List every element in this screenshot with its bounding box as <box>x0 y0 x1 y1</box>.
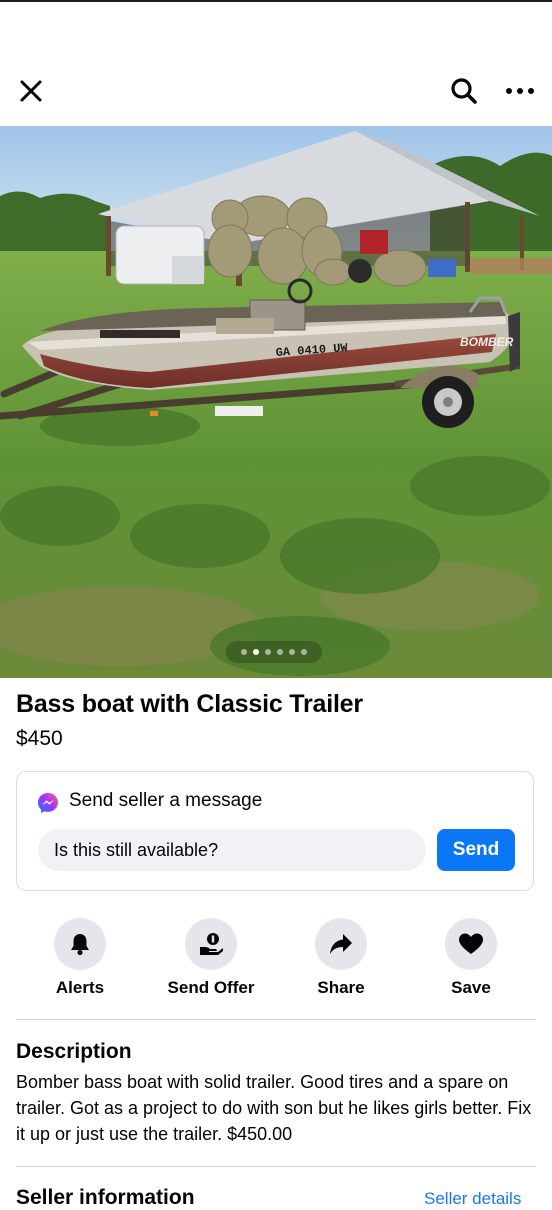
status-bar-edge <box>0 0 552 2</box>
close-button[interactable] <box>11 71 51 111</box>
description-heading: Description <box>16 1040 132 1063</box>
seller-details-link[interactable]: Seller details <box>424 1189 521 1209</box>
search-icon <box>451 78 477 104</box>
message-card-title: Send seller a message <box>69 790 263 811</box>
boat-photo-illustration: BOMBER GA 0410 UW <box>0 126 552 678</box>
listing-photo[interactable]: BOMBER GA 0410 UW <box>0 126 552 678</box>
action-bar: Alerts Send Offer Share Save <box>0 918 552 1008</box>
pager-dot[interactable] <box>241 649 247 655</box>
offer-icon <box>200 933 223 955</box>
send-button[interactable]: Send <box>437 829 515 871</box>
save-button[interactable] <box>445 918 497 970</box>
alerts-label: Alerts <box>55 978 105 997</box>
pager-dot[interactable] <box>265 649 271 655</box>
pager-dot[interactable] <box>289 649 295 655</box>
top-navigation-bar <box>0 62 552 122</box>
listing-price: $450 <box>16 727 63 750</box>
section-divider <box>16 1019 536 1020</box>
more-icon <box>506 88 534 94</box>
more-options-button[interactable] <box>500 71 540 111</box>
message-seller-card: Send seller a message Send <box>16 771 534 891</box>
listing-title: Bass boat with Classic Trailer <box>16 690 363 718</box>
share-button[interactable] <box>315 918 367 970</box>
boat-brand-text: BOMBER <box>460 335 514 349</box>
send-offer-label: Send Offer <box>167 978 255 997</box>
photo-pager[interactable] <box>226 641 322 663</box>
pager-dot[interactable] <box>277 649 283 655</box>
save-label: Save <box>451 978 491 997</box>
description-text: Bomber bass boat with solid trailer. Goo… <box>16 1072 532 1144</box>
save-action[interactable]: Save <box>411 918 531 998</box>
send-offer-button[interactable] <box>185 918 237 970</box>
messenger-icon <box>38 793 58 813</box>
share-action[interactable]: Share <box>281 918 401 998</box>
share-icon <box>330 934 352 954</box>
search-button[interactable] <box>444 71 484 111</box>
alerts-button[interactable] <box>54 918 106 970</box>
pager-dot-active[interactable] <box>253 649 259 655</box>
share-label: Share <box>317 978 365 997</box>
seller-information-heading: Seller information <box>16 1186 195 1209</box>
alerts-action[interactable]: Alerts <box>20 918 140 998</box>
section-divider <box>16 1166 536 1167</box>
send-offer-action[interactable]: Send Offer <box>151 918 271 998</box>
heart-icon <box>459 933 483 954</box>
message-input[interactable] <box>38 829 426 871</box>
bell-icon <box>71 934 89 956</box>
pager-dot[interactable] <box>301 649 307 655</box>
close-icon <box>20 80 42 102</box>
